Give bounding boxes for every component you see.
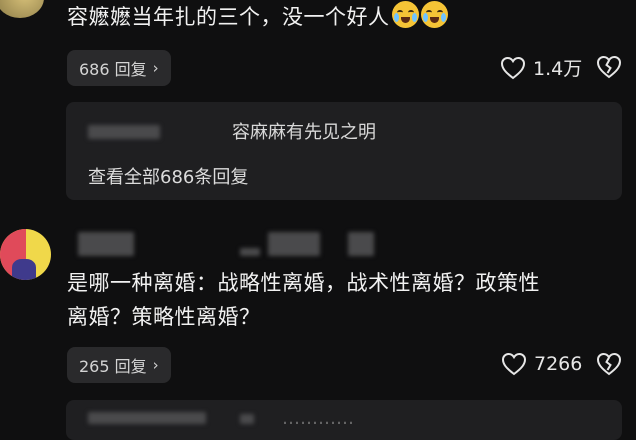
like-count: 7266 (534, 353, 583, 375)
avatar[interactable] (0, 229, 51, 280)
like-count: 1.4万 (533, 58, 583, 80)
heart-outline-icon[interactable] (500, 56, 526, 80)
reply-count-button[interactable]: 686 回复 › (67, 50, 171, 86)
heart-outline-icon[interactable] (501, 352, 527, 376)
avatar[interactable] (0, 0, 44, 18)
sub-reply-partial-text: ………… (282, 408, 354, 429)
like-group[interactable]: 1.4万 (500, 54, 582, 81)
blurred-text (268, 232, 320, 256)
comment-2-line-1: 是哪一种离婚：战略性离婚，战术性离婚？政策性 (67, 271, 540, 295)
blurred-username (78, 232, 134, 256)
comment-2-text: 是哪一种离婚：战略性离婚，战术性离婚？政策性 离婚？策略性离婚？ (67, 266, 636, 334)
blurred-username (88, 125, 160, 139)
blurred-text (240, 248, 260, 256)
broken-heart-icon[interactable] (596, 55, 622, 79)
blurred-text (240, 414, 254, 424)
sub-reply-quote: 容麻麻有先见之明 (232, 122, 376, 143)
chevron-right-icon: › (152, 356, 159, 374)
comment-1-text: 容嬷嬷当年扎的三个，没一个好人 (67, 5, 390, 29)
comment-2-line-2: 离婚？策略性离婚？ (67, 305, 261, 329)
crying-laughing-emoji (420, 1, 448, 28)
broken-heart-icon[interactable] (596, 352, 622, 376)
like-group[interactable]: 7266 (501, 352, 582, 376)
crying-laughing-emoji (391, 1, 419, 28)
reply-count-label: 686 回复 (79, 60, 147, 79)
view-all-replies-link[interactable]: 查看全部686条回复 (88, 163, 248, 189)
reply-count-button[interactable]: 265 回复 › (67, 347, 171, 383)
blurred-username (88, 412, 206, 424)
reply-count-label: 265 回复 (79, 357, 147, 376)
comment-1-content: 容嬷嬷当年扎的三个，没一个好人 (67, 0, 448, 34)
chevron-right-icon: › (152, 59, 159, 77)
blurred-text (348, 232, 374, 256)
